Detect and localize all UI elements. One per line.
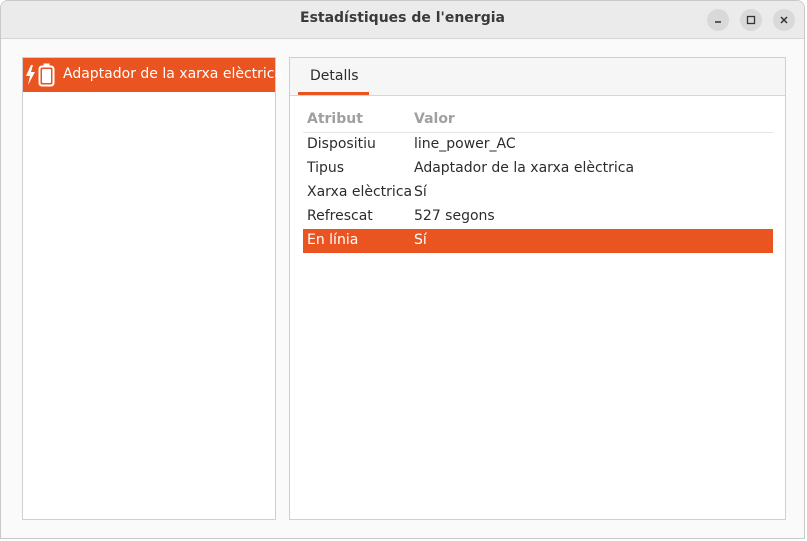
- device-list: Adaptador de la xarxa elèctrica: [22, 57, 283, 520]
- power-statistics-window: Estadístiques de l'energia Adaptador de …: [0, 0, 805, 539]
- table-row[interactable]: Dispositiu line_power_AC: [303, 133, 773, 157]
- minimize-icon: [715, 21, 721, 23]
- device-list-item-ac-adapter[interactable]: Adaptador de la xarxa elèctrica: [23, 58, 283, 92]
- details-table: Atribut Valor Dispositiu line_power_AC T…: [303, 108, 773, 253]
- tab-details[interactable]: Detalls: [298, 58, 369, 95]
- tab-bar: Detalls: [290, 58, 785, 96]
- column-header-value[interactable]: Valor: [414, 111, 455, 127]
- table-row-selected[interactable]: En línia Sí: [303, 229, 773, 253]
- device-list-item-label: Adaptador de la xarxa elèctrica: [63, 66, 284, 82]
- ac-power-icon: [26, 63, 55, 87]
- window-title: Estadístiques de l'energia: [300, 10, 505, 26]
- table-header: Atribut Valor: [303, 108, 773, 133]
- minimize-button[interactable]: [707, 9, 729, 31]
- value-cell: Adaptador de la xarxa elèctrica: [414, 160, 635, 176]
- tab-details-label: Detalls: [310, 68, 359, 84]
- table-row[interactable]: Tipus Adaptador de la xarxa elèctrica: [303, 157, 773, 181]
- table-row[interactable]: Xarxa elèctrica Sí: [303, 181, 773, 205]
- column-header-attribute[interactable]: Atribut: [307, 111, 363, 127]
- details-panel: Detalls Atribut Valor Dispositiu line_po…: [289, 57, 786, 520]
- value-cell: Sí: [414, 232, 427, 248]
- close-button[interactable]: [773, 9, 795, 31]
- close-icon: [780, 16, 788, 24]
- attribute-cell: Dispositiu: [307, 136, 376, 152]
- attribute-cell: En línia: [307, 232, 359, 248]
- value-cell: Sí: [414, 184, 427, 200]
- table-row[interactable]: Refrescat 527 segons: [303, 205, 773, 229]
- attribute-cell: Refrescat: [307, 208, 373, 224]
- maximize-icon: [746, 15, 756, 25]
- value-cell: line_power_AC: [414, 136, 516, 152]
- attribute-cell: Tipus: [307, 160, 345, 176]
- attribute-cell: Xarxa elèctrica: [307, 184, 413, 200]
- title-bar[interactable]: Estadístiques de l'energia: [1, 1, 804, 39]
- active-tab-indicator: [298, 92, 369, 95]
- value-cell: 527 segons: [414, 208, 495, 224]
- maximize-button[interactable]: [740, 9, 762, 31]
